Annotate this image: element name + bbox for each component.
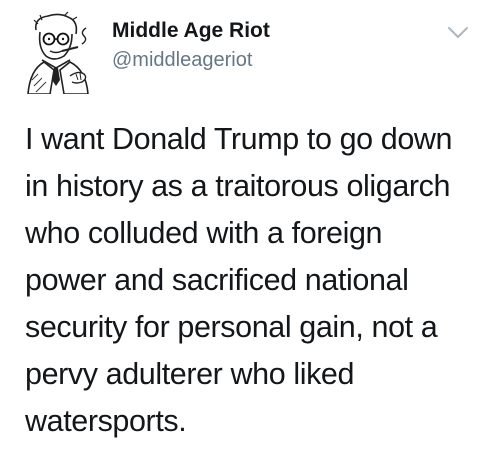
author-info[interactable]: Middle Age Riot @middleageriot bbox=[112, 18, 270, 73]
avatar[interactable] bbox=[18, 10, 102, 94]
tweet-card: Middle Age Riot @middleageriot I want Do… bbox=[0, 0, 493, 450]
chevron-down-icon[interactable] bbox=[447, 26, 469, 40]
tweet-header: Middle Age Riot @middleageriot bbox=[0, 0, 493, 100]
author-handle[interactable]: @middleageriot bbox=[112, 47, 270, 73]
tweet-text: I want Donald Trump to go down in histor… bbox=[25, 122, 453, 438]
author-display-name[interactable]: Middle Age Riot bbox=[112, 18, 270, 44]
avatar-illustration bbox=[18, 10, 102, 94]
